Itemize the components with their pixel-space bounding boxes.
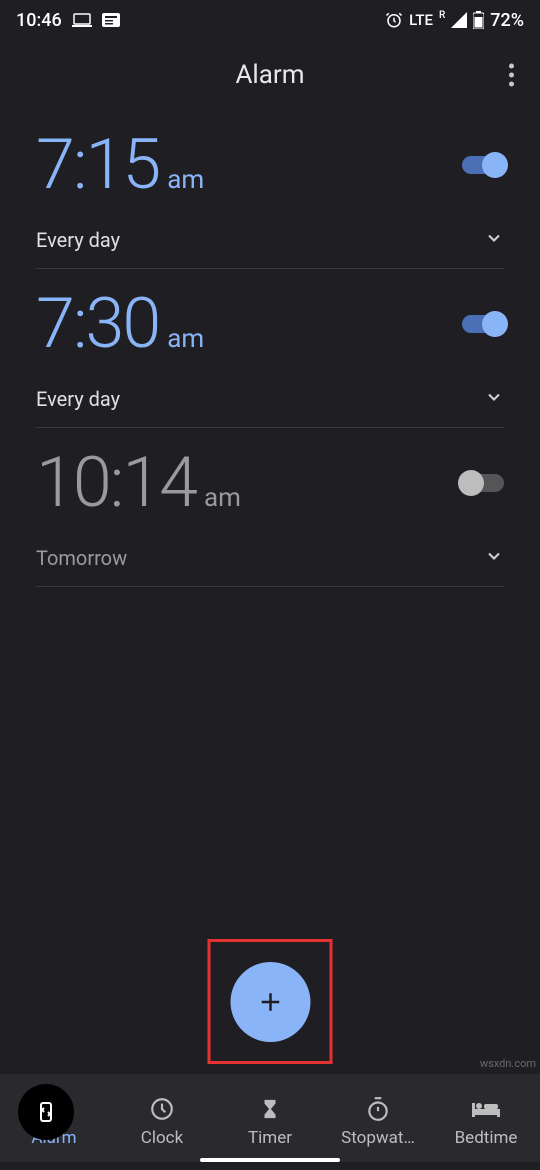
alarm-time[interactable]: 7:15 am — [36, 130, 204, 200]
alarm-list: 7:15 am Every day 7:30 am Every day — [0, 110, 540, 587]
news-icon — [102, 13, 120, 27]
highlight-box — [208, 939, 333, 1064]
alarm-schedule: Every day — [36, 228, 120, 252]
status-time: 10:46 — [16, 10, 62, 31]
alarm-item[interactable]: 7:30 am Every day — [36, 269, 504, 428]
app-bar: Alarm — [0, 40, 540, 110]
chevron-down-icon — [484, 387, 504, 411]
alarm-toggle[interactable] — [462, 156, 504, 174]
tab-bedtime[interactable]: Bedtime — [436, 1096, 536, 1148]
tab-clock[interactable]: Clock — [112, 1096, 212, 1148]
bottom-nav: Alarm Clock Timer Stopwat… Bedtime — [0, 1074, 540, 1162]
chevron-down-icon — [484, 228, 504, 252]
clock-icon — [149, 1096, 175, 1122]
bed-icon — [472, 1096, 500, 1122]
add-alarm-button[interactable] — [230, 962, 310, 1042]
network-roaming: R — [439, 10, 445, 21]
plus-icon — [255, 987, 285, 1017]
alarm-expand-row[interactable]: Tomorrow — [36, 546, 504, 570]
sync-icon — [34, 1100, 58, 1124]
alarm-time[interactable]: 7:30 am — [36, 289, 204, 359]
alarm-time[interactable]: 10:14 am — [36, 448, 241, 518]
alarm-schedule: Tomorrow — [36, 546, 127, 570]
overflow-menu-button[interactable] — [501, 56, 522, 95]
status-bar: 10:46 LTE R 72% — [0, 0, 540, 40]
alarm-schedule: Every day — [36, 387, 120, 411]
alarm-item[interactable]: 10:14 am Tomorrow — [36, 428, 504, 587]
alarm-toggle[interactable] — [462, 474, 504, 492]
tab-timer[interactable]: Timer — [220, 1096, 320, 1148]
alarm-status-icon — [385, 11, 403, 29]
home-indicator[interactable] — [200, 1158, 340, 1162]
alarm-toggle[interactable] — [462, 315, 504, 333]
stopwatch-icon — [365, 1096, 391, 1122]
page-title: Alarm — [235, 60, 304, 90]
alarm-expand-row[interactable]: Every day — [36, 387, 504, 411]
alarm-item[interactable]: 7:15 am Every day — [36, 110, 504, 269]
signal-icon — [451, 12, 467, 28]
battery-icon — [473, 11, 484, 29]
tab-stopwatch[interactable]: Stopwat… — [328, 1096, 428, 1148]
alarm-expand-row[interactable]: Every day — [36, 228, 504, 252]
laptop-icon — [72, 13, 92, 27]
floating-overlay-button[interactable] — [18, 1084, 74, 1140]
chevron-down-icon — [484, 546, 504, 570]
battery-percent: 72% — [490, 10, 524, 31]
hourglass-icon — [259, 1096, 281, 1122]
watermark: wsxdn.com — [480, 1057, 536, 1070]
network-type: LTE — [409, 11, 433, 29]
